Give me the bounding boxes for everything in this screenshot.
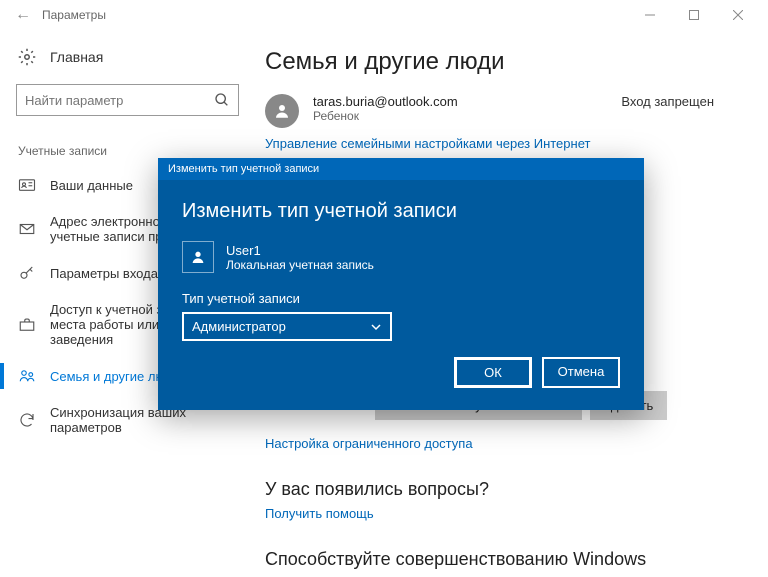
search-icon xyxy=(214,92,230,108)
id-icon xyxy=(18,176,36,194)
dialog-titlebar: Изменить тип учетной записи xyxy=(158,158,644,180)
titlebar: ← Параметры xyxy=(0,0,768,30)
dialog-username: User1 xyxy=(226,243,374,258)
nav-label: Параметры входа xyxy=(50,266,158,281)
sync-icon xyxy=(18,411,36,429)
account-type-label: Тип учетной записи xyxy=(182,291,620,306)
get-help-link[interactable]: Получить помощь xyxy=(265,506,744,521)
user-icon xyxy=(182,241,214,273)
mail-icon xyxy=(18,220,36,238)
window-title: Параметры xyxy=(42,8,106,22)
minimize-button[interactable] xyxy=(628,0,672,30)
family-member-row[interactable]: taras.buria@outlook.com Ребенок Вход зап… xyxy=(265,94,744,128)
cancel-button[interactable]: Отмена xyxy=(542,357,620,388)
dialog-heading: Изменить тип учетной записи xyxy=(182,200,620,223)
close-button[interactable] xyxy=(716,0,760,30)
nav-label: Ваши данные xyxy=(50,178,133,193)
search-input[interactable] xyxy=(25,93,214,108)
maximize-button[interactable] xyxy=(672,0,716,30)
questions-heading: У вас появились вопросы? xyxy=(265,479,744,500)
gear-icon xyxy=(18,48,36,66)
dropdown-value: Администратор xyxy=(192,319,286,334)
feedback-heading: Способствуйте совершенствованию Windows xyxy=(265,549,744,570)
home-label: Главная xyxy=(50,49,103,65)
restricted-access-link[interactable]: Настройка ограниченного доступа xyxy=(265,436,744,451)
member-status: Вход запрещен xyxy=(621,94,744,109)
member-role: Ребенок xyxy=(313,109,458,123)
manage-family-link[interactable]: Управление семейными настройками через И… xyxy=(265,136,744,151)
back-button[interactable]: ← xyxy=(8,6,38,24)
avatar xyxy=(265,94,299,128)
chevron-down-icon xyxy=(370,321,382,333)
page-title: Семья и другие люди xyxy=(265,48,744,76)
dialog-user-row: User1 Локальная учетная запись xyxy=(182,241,620,273)
member-email: taras.buria@outlook.com xyxy=(313,94,458,109)
dialog-usertype: Локальная учетная запись xyxy=(226,258,374,272)
ok-button[interactable]: ОК xyxy=(454,357,532,388)
briefcase-icon xyxy=(18,316,36,334)
account-type-dropdown[interactable]: Администратор xyxy=(182,312,392,341)
change-account-type-dialog: Изменить тип учетной записи Изменить тип… xyxy=(158,158,644,410)
search-box[interactable] xyxy=(16,84,239,116)
people-icon xyxy=(18,367,36,385)
key-icon xyxy=(18,264,36,282)
home-link[interactable]: Главная xyxy=(0,42,255,72)
